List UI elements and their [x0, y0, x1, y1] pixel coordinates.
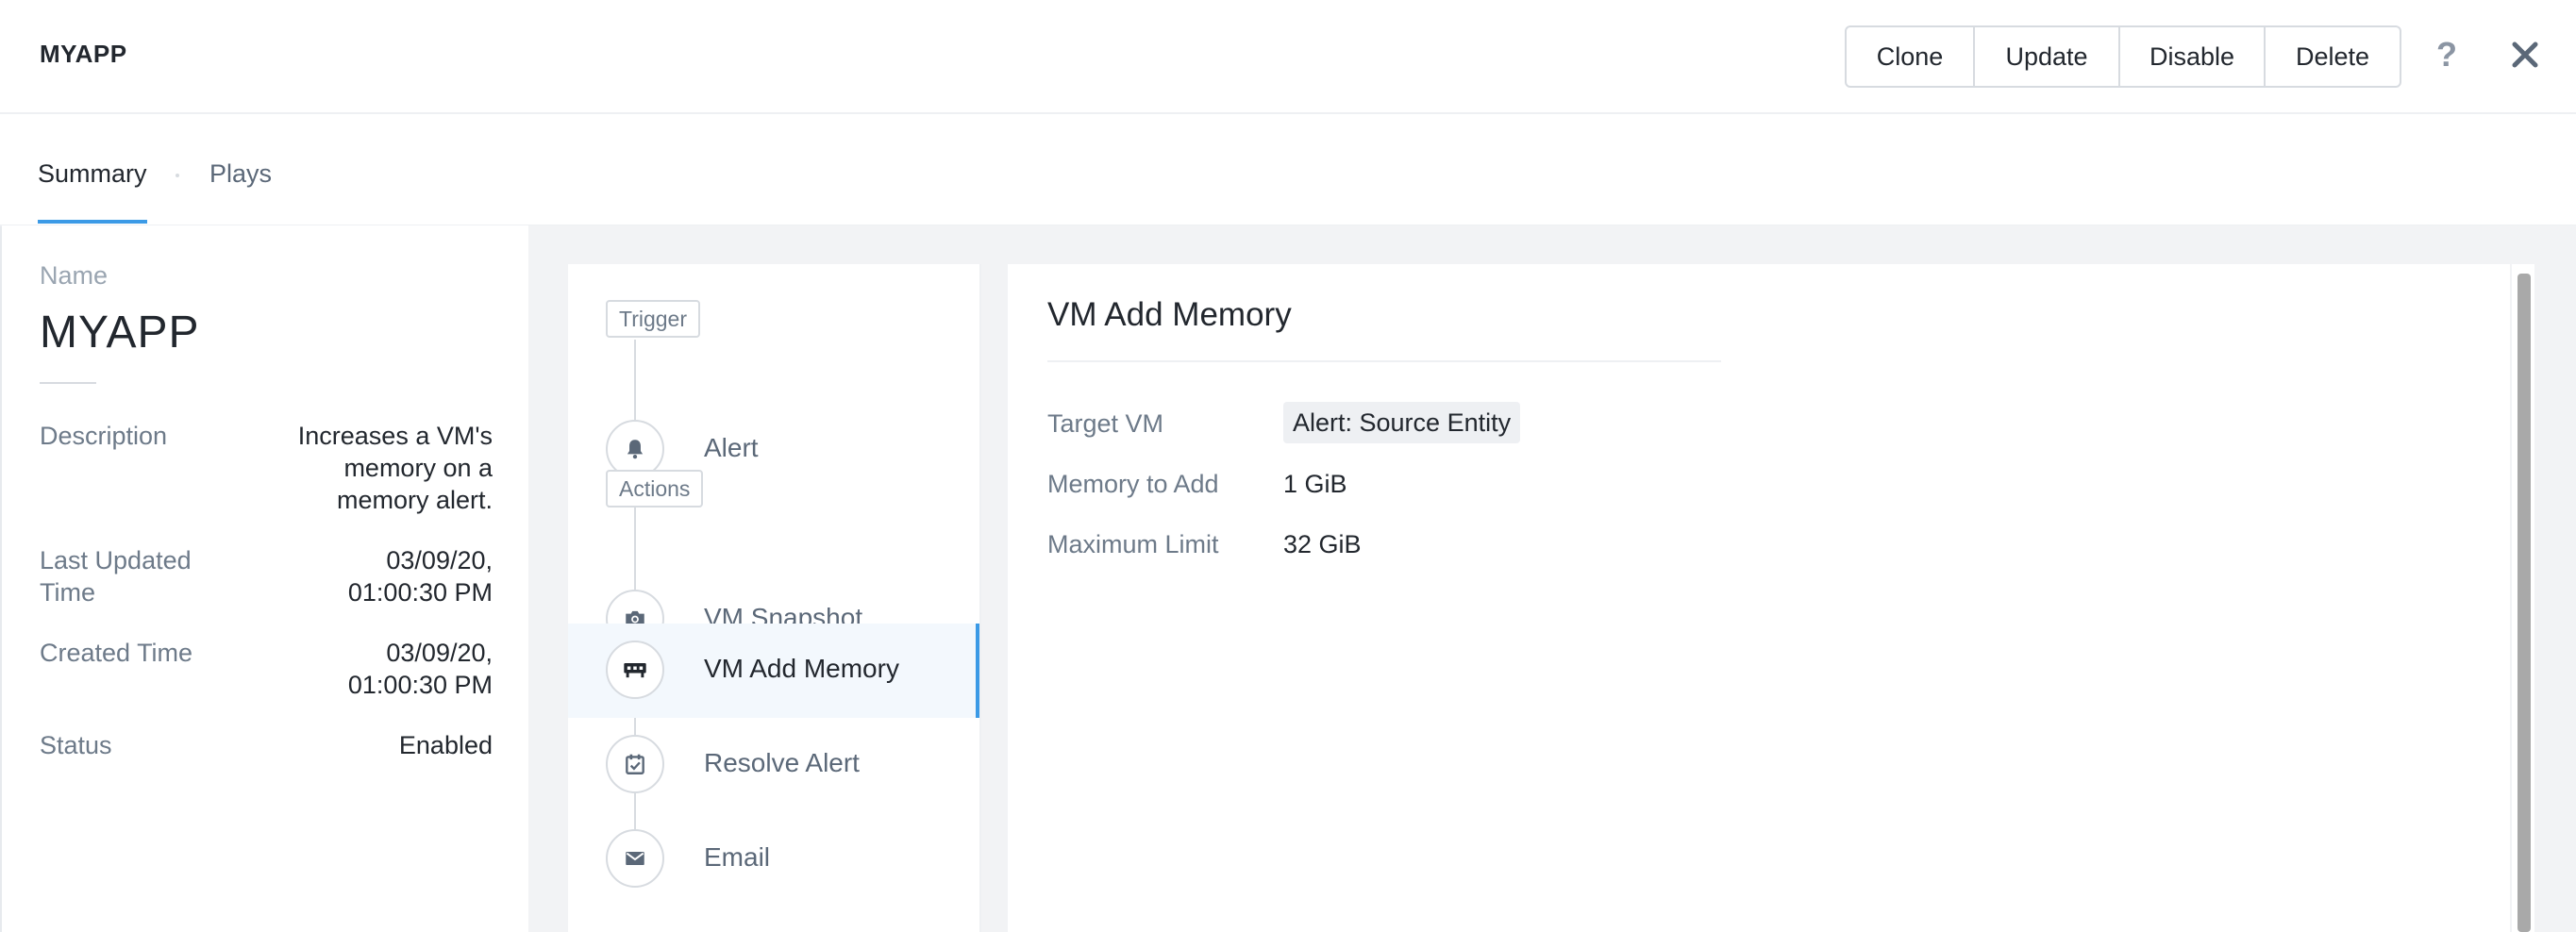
tab-bar: Summary Plays	[0, 114, 2576, 226]
memory-icon	[606, 641, 664, 699]
disable-button[interactable]: Disable	[2120, 27, 2266, 86]
detail-title: VM Add Memory	[1047, 296, 1292, 333]
trigger-tag: Trigger	[606, 300, 700, 338]
envelope-icon	[606, 829, 664, 888]
name-value: MYAPP	[40, 308, 200, 358]
step-vm-add-memory-label: VM Add Memory	[704, 654, 899, 683]
scrollbar-thumb[interactable]	[2517, 274, 2531, 932]
step-email-label: Email	[704, 842, 771, 872]
app-title: MYAPP	[40, 40, 127, 68]
close-icon[interactable]	[2510, 40, 2540, 70]
active-tab-indicator	[38, 220, 147, 224]
divider	[40, 382, 96, 384]
description-value: Increases a VM's memory on a memory aler…	[297, 422, 493, 514]
created-time-label: Created Time	[40, 639, 193, 667]
clone-button[interactable]: Clone	[1847, 27, 1975, 86]
action-button-group: Clone Update Disable Delete	[1845, 25, 2401, 88]
delete-button[interactable]: Delete	[2266, 27, 2400, 86]
description-label: Description	[40, 422, 168, 450]
actions-tag: Actions	[606, 470, 704, 508]
calendar-check-icon	[606, 735, 664, 793]
memory-to-add-value: 1 GiB	[1283, 470, 1347, 498]
last-updated-label: Last Updated Time	[40, 546, 192, 607]
maximum-limit-value: 32 GiB	[1283, 530, 1362, 558]
step-alert-label: Alert	[704, 433, 759, 462]
question-mark-icon[interactable]: ?	[2433, 34, 2461, 75]
step-email[interactable]: Email	[568, 812, 979, 907]
status-value: Enabled	[398, 731, 493, 759]
target-vm-value: Alert: Source Entity	[1283, 402, 1521, 443]
created-time-value: 03/09/20, 01:00:30 PM	[347, 639, 493, 699]
tab-summary[interactable]: Summary	[38, 159, 147, 189]
status-label: Status	[40, 731, 112, 759]
maximum-limit-label: Maximum Limit	[1047, 530, 1219, 558]
detail-panel: VM Add Memory Target VM Alert: Source En…	[1008, 264, 2510, 932]
step-resolve-alert-label: Resolve Alert	[704, 748, 860, 777]
divider	[1047, 360, 1721, 362]
last-updated-value: 03/09/20, 01:00:30 PM	[347, 546, 493, 607]
target-vm-label: Target VM	[1047, 409, 1164, 438]
tab-separator	[176, 174, 179, 177]
name-label: Name	[40, 261, 109, 290]
tab-plays[interactable]: Plays	[209, 159, 272, 189]
steps-panel: Trigger Alert Actions VM Snapshot VM Add…	[568, 264, 981, 932]
memory-to-add-label: Memory to Add	[1047, 470, 1219, 498]
step-resolve-alert[interactable]: Resolve Alert	[568, 718, 979, 812]
summary-panel: Name MYAPP Description Increases a VM's …	[2, 225, 528, 932]
update-button[interactable]: Update	[1975, 27, 2120, 86]
step-vm-add-memory[interactable]: VM Add Memory	[568, 624, 979, 718]
app-header: MYAPP Clone Update Disable Delete ?	[0, 0, 2576, 114]
